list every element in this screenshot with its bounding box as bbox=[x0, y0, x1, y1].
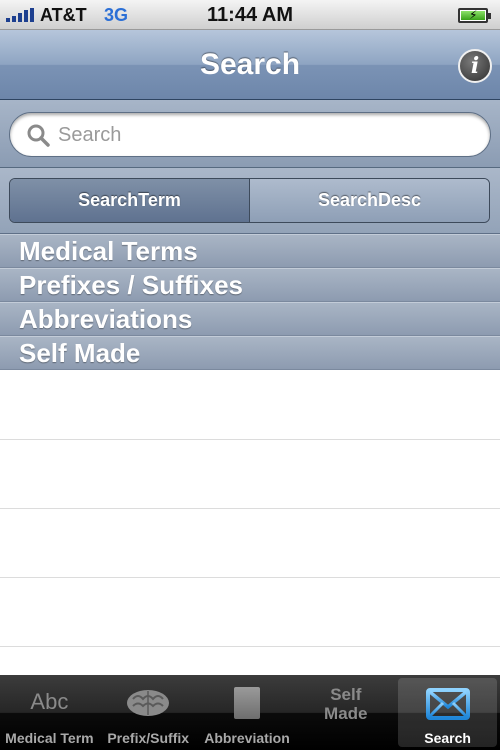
segment-search-desc[interactable]: SearchDesc bbox=[250, 179, 489, 222]
table-row-separator bbox=[0, 577, 500, 578]
section-header-medical-terms: Medical Terms bbox=[0, 234, 500, 268]
table-row-separator bbox=[0, 439, 500, 440]
search-scope-bar: SearchTerm SearchDesc bbox=[0, 168, 500, 234]
navigation-bar: Search i bbox=[0, 30, 500, 100]
search-input[interactable] bbox=[58, 120, 478, 150]
info-button[interactable]: i bbox=[458, 49, 492, 83]
search-icon bbox=[27, 124, 50, 147]
table-row-separator bbox=[0, 646, 500, 647]
tab-search[interactable]: Search bbox=[398, 678, 497, 747]
tab-bar: Abc Medical Term Prefix/Suffix Abbreviat… bbox=[0, 675, 500, 750]
tab-label: Prefix/Suffix bbox=[107, 730, 190, 746]
page-title: Search bbox=[199, 48, 301, 81]
status-bar: AT&T 3G 11:44 AM ⚡ bbox=[0, 0, 500, 30]
tab-label: Search bbox=[424, 730, 471, 746]
section-header-list: Medical Terms Prefixes / Suffixes Abbrev… bbox=[0, 234, 500, 370]
tab-self-made[interactable]: Self Made bbox=[296, 675, 395, 750]
segment-search-term[interactable]: SearchTerm bbox=[10, 179, 250, 222]
section-header-prefixes-suffixes: Prefixes / Suffixes bbox=[0, 268, 500, 302]
abc-icon: Abc bbox=[30, 689, 69, 714]
battery-icon: ⚡ bbox=[458, 8, 491, 23]
results-table[interactable] bbox=[0, 371, 500, 675]
search-scope-segmented-control: SearchTerm SearchDesc bbox=[9, 178, 490, 223]
book-icon bbox=[233, 687, 260, 719]
tab-medical-term[interactable]: Abc Medical Term bbox=[0, 675, 99, 750]
charging-bolt-icon: ⚡ bbox=[469, 8, 478, 22]
section-header-self-made: Self Made bbox=[0, 336, 500, 370]
tab-abbreviation[interactable]: Abbreviation bbox=[198, 675, 297, 750]
tab-label: Medical Term bbox=[5, 730, 94, 746]
search-field[interactable] bbox=[9, 112, 491, 157]
self-made-icon: Self Made bbox=[324, 685, 368, 723]
brain-icon bbox=[127, 690, 170, 716]
search-bar bbox=[0, 100, 500, 168]
mail-icon bbox=[425, 688, 470, 720]
tab-prefix-suffix[interactable]: Prefix/Suffix bbox=[99, 675, 198, 750]
section-header-abbreviations: Abbreviations bbox=[0, 302, 500, 336]
status-time: 11:44 AM bbox=[207, 4, 293, 26]
table-row-separator bbox=[0, 508, 500, 509]
tab-label: Abbreviation bbox=[204, 730, 290, 746]
